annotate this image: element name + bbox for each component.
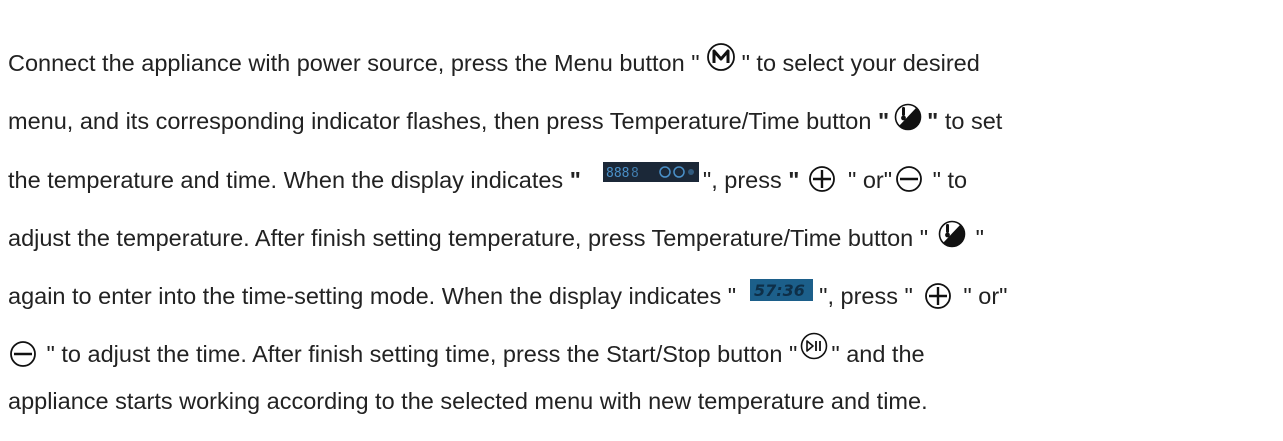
text: appliance starts working according to th… — [8, 387, 928, 414]
time-display-digits: 57:36 — [754, 281, 805, 300]
line-6: " to adjust the time. After finish setti… — [8, 325, 1278, 383]
quote: " — [927, 108, 939, 135]
temperature-time-button-icon — [936, 218, 968, 250]
text: " to select your desired — [741, 50, 980, 76]
text: " to — [926, 166, 968, 193]
line-1: Connect the appliance with power source,… — [8, 34, 1278, 92]
plus-button-icon — [807, 164, 837, 194]
line-2: menu, and its corresponding indicator fl… — [8, 92, 1278, 150]
text: again to enter into the time-setting mod… — [8, 283, 737, 310]
plus-button-icon — [923, 281, 953, 311]
temperature-time-button-icon — [892, 101, 924, 133]
menu-button-icon — [704, 40, 738, 74]
line-3: the temperature and time. When the displ… — [8, 151, 1278, 209]
temperature-display-digits: 888 — [606, 166, 629, 181]
text: ", press — [702, 166, 789, 193]
text: the temperature and time. When the displ… — [8, 166, 570, 193]
start-stop-button-icon — [799, 331, 829, 361]
minus-button-icon — [894, 164, 924, 194]
text: " to adjust the time. After finish setti… — [40, 341, 798, 368]
text: " — [969, 224, 984, 251]
text: ", press " — [819, 283, 913, 310]
quote: " — [877, 108, 890, 135]
quote: " — [788, 166, 800, 193]
text: " or" — [956, 283, 1008, 310]
text: " or" — [841, 166, 893, 193]
line-7: appliance starts working according to th… — [8, 384, 1278, 418]
text: Connect the appliance with power source,… — [8, 50, 700, 76]
line-5: again to enter into the time-setting mod… — [8, 267, 1278, 325]
time-display-image: 57:36 — [750, 278, 814, 301]
text: menu, and its corresponding indicator fl… — [8, 108, 878, 135]
text: to set — [938, 108, 1003, 135]
line-4: adjust the temperature. After finish set… — [8, 209, 1278, 267]
quote: " — [569, 166, 581, 193]
text: adjust the temperature. After finish set… — [8, 224, 929, 251]
svg-text:8: 8 — [631, 166, 639, 181]
temperature-display-image: 888 8 — [602, 162, 699, 183]
text: " and the — [831, 341, 925, 368]
minus-button-icon — [8, 339, 38, 369]
instruction-paragraph: Connect the appliance with power source,… — [8, 34, 1278, 418]
